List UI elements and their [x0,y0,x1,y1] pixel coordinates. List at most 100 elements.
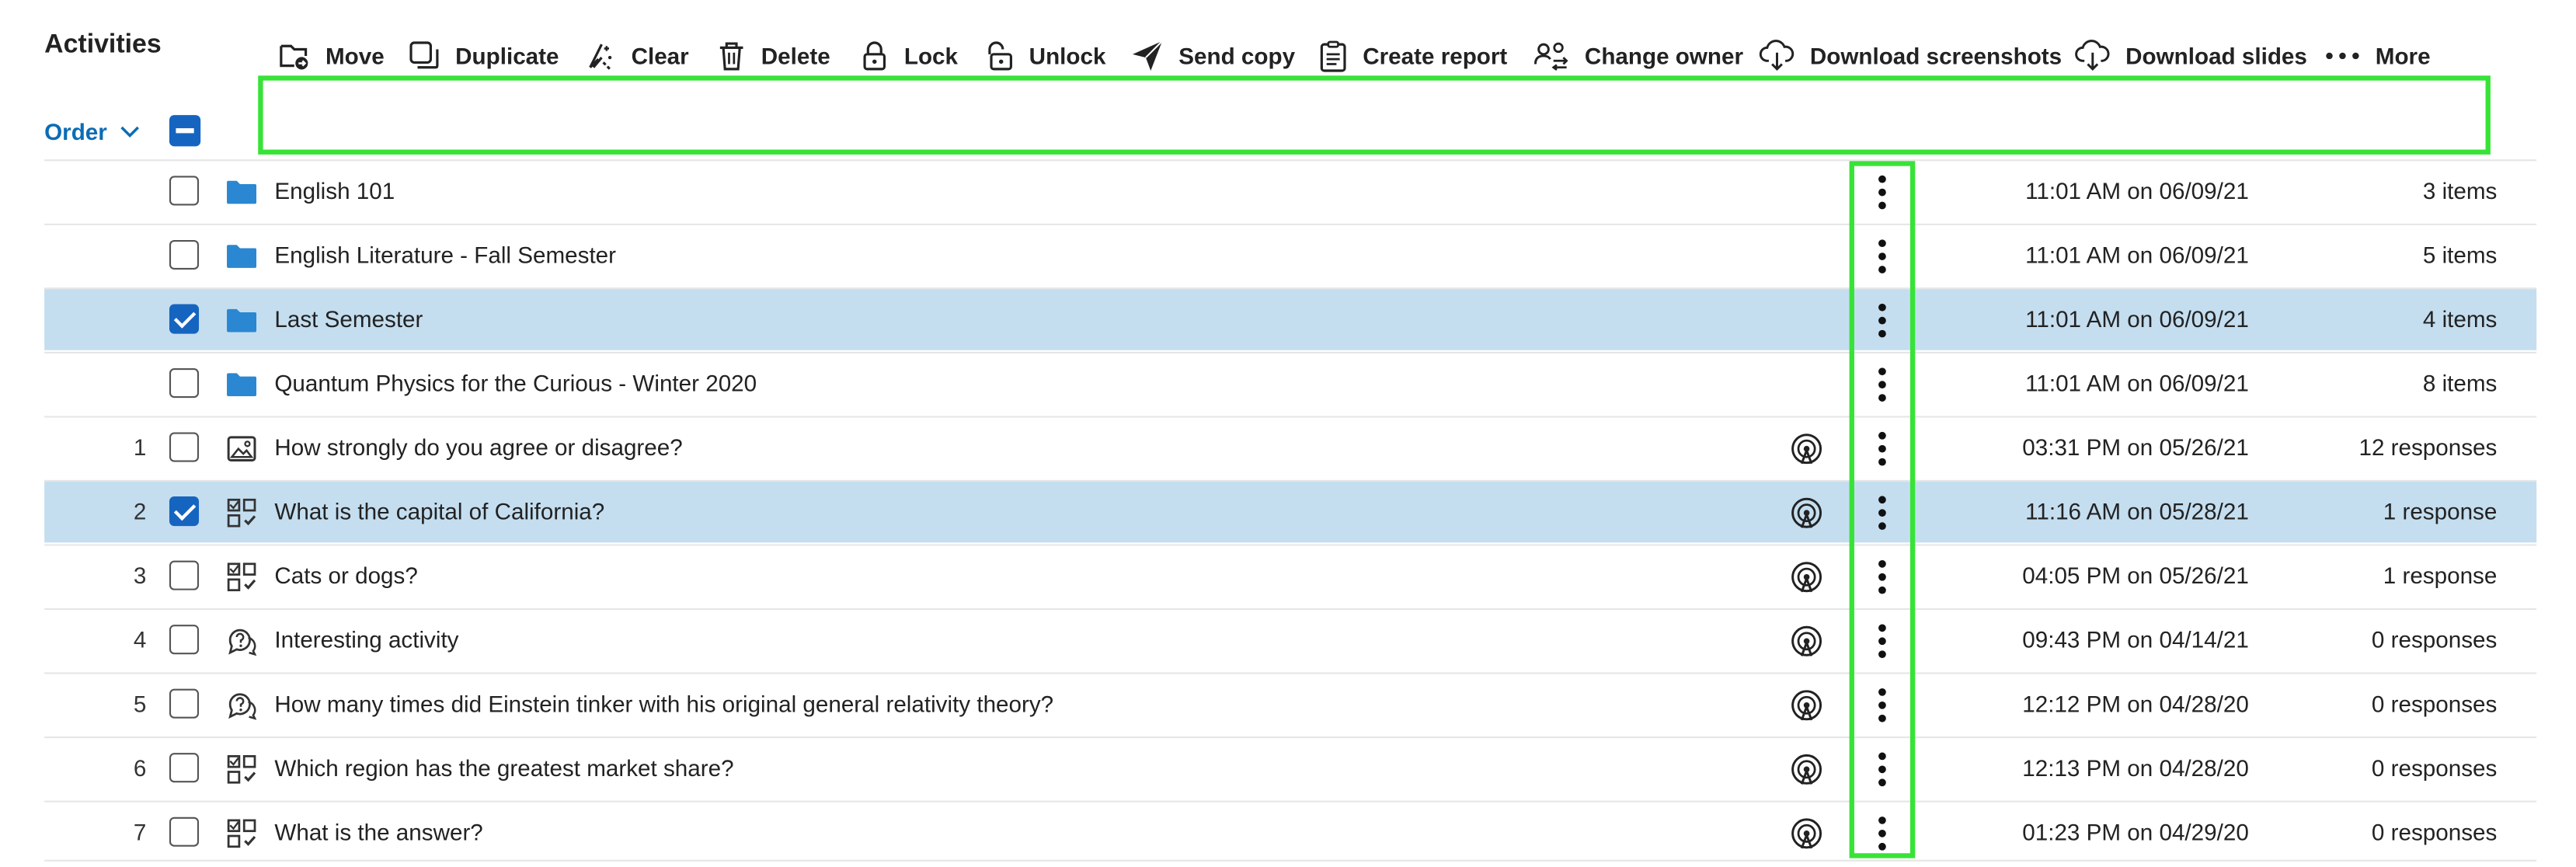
folder-icon [227,180,257,204]
vertical-dots-icon[interactable] [1869,172,1895,212]
order-sort-button[interactable]: Order [44,115,140,148]
row-date: 03:31 PM on 05/26/21 [2022,434,2249,461]
row-name[interactable]: Quantum Physics for the Curious - Winter… [274,370,757,396]
download-screenshots-button[interactable]: Download screenshots [1759,38,2062,75]
row-name[interactable]: Last Semester [274,306,423,333]
vertical-dots-icon[interactable] [1869,813,1895,853]
cloud-download-icon [1759,40,1794,71]
row-checkbox[interactable] [169,688,200,719]
row-date: 12:13 PM on 04/28/20 [2022,754,2249,782]
row-date: 11:01 AM on 06/09/21 [2025,242,2249,268]
table-row[interactable]: 2 What is the capital of California? 11:… [44,479,2537,543]
row-order: 5 [133,690,147,717]
change-owner-button[interactable]: Change owner [1533,38,1743,75]
table-bottom-border [44,859,2537,862]
broadcast-live-icon[interactable] [1790,625,1822,657]
vertical-dots-icon[interactable] [1869,365,1895,405]
vertical-dots-icon[interactable] [1869,750,1895,789]
chevron-down-icon [120,126,140,138]
row-date: 12:12 PM on 04/28/20 [2022,690,2249,717]
bulk-actions-toolbar [258,75,2491,155]
row-name[interactable]: English 101 [274,178,395,204]
vertical-dots-icon[interactable] [1869,493,1895,533]
send-copy-button[interactable]: Send copy [1131,38,1295,75]
lock-icon [863,41,886,71]
page-title: Activities [44,31,162,60]
multiple-choice-icon [227,498,256,528]
row-name[interactable]: Which region has the greatest market sha… [274,754,733,781]
vertical-dots-icon[interactable] [1869,429,1895,468]
row-date: 04:05 PM on 05/26/21 [2022,562,2249,589]
row-count: 8 items [2422,370,2498,396]
multiple-choice-icon [227,755,256,784]
lock-button[interactable]: Lock [860,38,958,75]
row-name[interactable]: How strongly do you agree or disagree? [274,434,682,461]
row-date: 11:01 AM on 06/09/21 [2025,305,2249,333]
more-button[interactable]: More [2324,38,2431,75]
broadcast-live-icon[interactable] [1790,817,1822,850]
row-checkbox[interactable] [169,239,200,270]
row-checkbox[interactable] [169,753,200,783]
vertical-dots-icon[interactable] [1869,622,1895,661]
row-order: 6 [133,754,147,782]
broadcast-live-icon[interactable] [1790,496,1822,529]
table-row[interactable]: 6 Which region has the greatest market s… [44,736,2537,799]
row-count: 4 items [2422,305,2498,333]
row-count: 0 responses [2371,626,2498,653]
vertical-dots-icon[interactable] [1869,557,1895,597]
row-count: 12 responses [2358,434,2498,461]
row-name[interactable]: Cats or dogs? [274,562,417,589]
table-row[interactable]: 1 How strongly do you agree or disagree?… [44,416,2537,478]
row-name[interactable]: What is the capital of California? [274,498,604,524]
row-name[interactable]: How many times did Einstein tinker with … [274,691,1053,717]
clipboard-report-icon [1320,40,1346,72]
table-row[interactable]: 7 What is the answer? 01:23 PM on 04/29/… [44,800,2537,863]
table-row[interactable]: English Literature - Fall Semester 11:01… [44,223,2537,286]
folder-icon [227,373,257,396]
unlock-button[interactable]: Unlock [985,38,1105,75]
cloud-download-icon [2075,40,2110,71]
table-row[interactable]: English 101 11:01 AM on 06/09/21 3 items [44,159,2537,221]
row-checkbox[interactable] [169,304,200,334]
broadcast-live-icon[interactable] [1790,561,1822,594]
row-count: 0 responses [2371,690,2498,717]
table-row[interactable]: Last Semester 11:01 AM on 06/09/21 4 ite… [44,287,2537,350]
download-slides-button[interactable]: Download slides [2075,38,2307,75]
duplicate-button[interactable]: Duplicate [408,38,559,75]
row-name[interactable]: English Literature - Fall Semester [274,242,616,268]
trash-icon [719,42,743,71]
row-count: 0 responses [2371,754,2498,782]
row-checkbox[interactable] [169,560,200,590]
create-report-button[interactable]: Create report [1318,38,1507,75]
folder-icon [227,245,257,268]
broadcast-live-icon[interactable] [1790,689,1822,722]
qa-icon [228,628,257,656]
row-date: 01:23 PM on 04/29/20 [2022,818,2249,845]
vertical-dots-icon[interactable] [1869,237,1895,277]
vertical-dots-icon[interactable] [1869,301,1895,340]
row-name[interactable]: What is the answer? [274,819,482,845]
select-all-checkbox[interactable] [169,115,201,147]
horizontal-dots-icon [2326,52,2359,60]
row-checkbox[interactable] [169,625,200,655]
row-date: 09:43 PM on 04/14/21 [2022,626,2249,653]
vertical-dots-icon[interactable] [1869,685,1895,725]
broadcast-live-icon[interactable] [1790,753,1822,785]
table-row[interactable]: 4 Interesting activity 09:43 PM on 04/14… [44,608,2537,670]
row-count: 3 items [2422,177,2498,204]
move-button[interactable]: Move [278,38,385,75]
row-checkbox[interactable] [169,176,200,206]
row-name[interactable]: Interesting activity [274,626,458,653]
users-swap-icon [1533,42,1568,71]
row-checkbox[interactable] [169,817,200,847]
table-row[interactable]: Quantum Physics for the Curious - Winter… [44,351,2537,414]
delete-button[interactable]: Delete [717,38,830,75]
row-checkbox[interactable] [169,496,200,527]
broadcast-live-icon[interactable] [1790,433,1822,465]
clear-button[interactable]: Clear [583,38,689,75]
row-checkbox[interactable] [169,432,200,462]
table-row[interactable]: 5 How many times did Einstein tinker wit… [44,672,2537,734]
row-checkbox[interactable] [169,368,200,399]
row-order: 2 [133,498,147,525]
table-row[interactable]: 3 Cats or dogs? 04:05 PM on 05/26/21 1 r… [44,544,2537,606]
